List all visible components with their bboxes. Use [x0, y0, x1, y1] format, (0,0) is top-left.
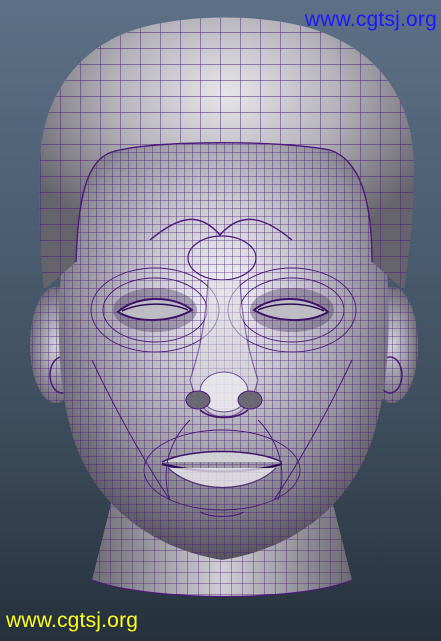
watermark-top-right: www.cgtsj.org: [304, 8, 437, 31]
face: [58, 129, 389, 560]
render-viewport: www.cgtsj.org www.cgtsj.org: [0, 0, 441, 641]
watermark-bottom-left: www.cgtsj.org: [6, 609, 139, 632]
head-render: [30, 17, 418, 598]
